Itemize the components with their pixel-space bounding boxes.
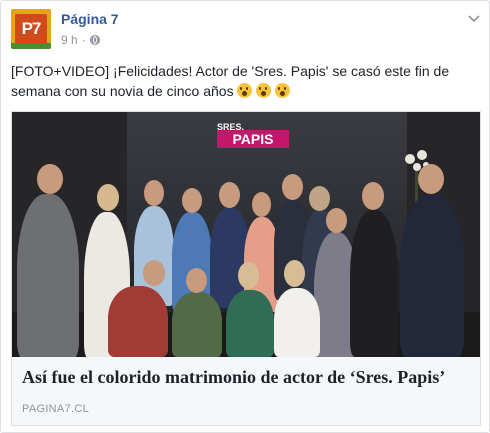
person-head (186, 268, 207, 293)
link-title[interactable]: Así fue el colorido matrimonio de actor … (22, 367, 445, 388)
link-preview[interactable]: SRES. PAPIS Así fue el colorido matrimon… (11, 111, 481, 426)
link-preview-meta[interactable]: Así fue el colorido matrimonio de actor … (12, 357, 480, 425)
link-preview-image[interactable]: SRES. PAPIS (12, 112, 480, 357)
person-head (238, 262, 259, 289)
person-head (219, 182, 240, 208)
meta-separator: · (81, 33, 86, 47)
person-head (284, 260, 305, 287)
person-head (252, 192, 271, 217)
surprised-emoji-icon (237, 83, 253, 98)
page-name-link[interactable]: Página 7 (61, 11, 119, 27)
post-text: [FOTO+VIDEO] ¡Felicidades! Actor de 'Sre… (11, 61, 476, 101)
surprised-emoji-icon (275, 83, 291, 98)
avatar-logo-text: P7 (15, 14, 47, 44)
person-head (182, 188, 202, 213)
person-head (144, 180, 164, 206)
chevron-down-icon[interactable] (467, 11, 481, 25)
post-meta: 9 h · (61, 33, 100, 47)
person-head (418, 164, 444, 194)
person-head (97, 184, 119, 211)
person-figure (400, 194, 464, 357)
surprised-emoji-icon (256, 83, 272, 98)
person-head (309, 186, 330, 211)
page-avatar[interactable]: P7 (11, 9, 51, 49)
link-domain: PAGINA7.CL (22, 403, 89, 415)
person-head (37, 164, 63, 194)
show-logo: SRES. PAPIS (217, 122, 289, 152)
post-text-body: [FOTO+VIDEO] ¡Felicidades! Actor de 'Sre… (11, 63, 450, 99)
post-card: P7 Página 7 9 h · [FOTO+VIDEO] ¡Felicida… (0, 0, 490, 433)
person-head (282, 174, 303, 200)
show-logo-main: PAPIS (217, 130, 289, 148)
person-figure (350, 210, 398, 357)
avatar-stripe (11, 43, 51, 49)
person-head (362, 182, 384, 210)
person-figure (274, 288, 320, 357)
person-figure (172, 292, 222, 357)
person-figure (226, 290, 274, 357)
person-figure (108, 286, 168, 357)
person-head (326, 208, 347, 233)
person-figure (17, 194, 79, 357)
person-head (143, 260, 165, 286)
post-header: P7 Página 7 9 h · (11, 9, 481, 55)
post-timestamp[interactable]: 9 h (61, 33, 78, 47)
globe-icon[interactable] (89, 35, 100, 45)
